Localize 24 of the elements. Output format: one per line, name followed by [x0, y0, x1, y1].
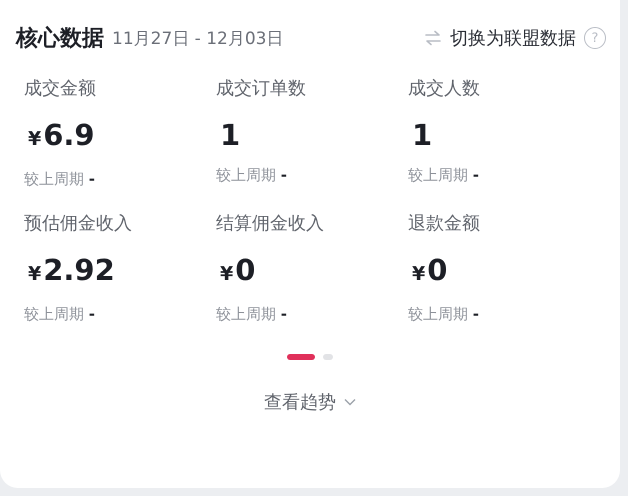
comparison-text: 较上周期 -: [24, 170, 96, 189]
view-trend-button[interactable]: 查看趋势: [264, 390, 356, 414]
date-range: 11月27日 - 12月03日: [112, 28, 284, 50]
metric-label: 成交金额: [24, 77, 97, 101]
metric-label: 成交订单数: [216, 77, 307, 101]
metric-label: 结算佣金收入: [216, 212, 325, 236]
chevron-down-icon: [344, 398, 356, 406]
comparison-text: 较上周期 -: [408, 166, 480, 185]
metric-value: 1: [219, 117, 242, 154]
metric-value: ¥2.92: [27, 252, 116, 289]
metric-value: ¥0: [411, 252, 448, 289]
metric-label: 退款金额: [408, 212, 481, 236]
comparison-text: 较上周期 -: [24, 305, 96, 324]
switch-data-button[interactable]: 切换为联盟数据: [424, 26, 576, 50]
comparison-text: 较上周期 -: [216, 305, 288, 324]
page-indicator[interactable]: [287, 354, 315, 360]
metric-value: 1: [411, 117, 434, 154]
section-title: 核心数据: [16, 24, 104, 53]
metric-label: 成交人数: [408, 77, 481, 101]
metric-value: ¥0: [219, 252, 256, 289]
comparison-text: 较上周期 -: [216, 166, 288, 185]
comparison-text: 较上周期 -: [408, 305, 480, 324]
metric-value: ¥6.9: [27, 117, 96, 154]
metric-label: 预估佣金收入: [24, 212, 133, 236]
